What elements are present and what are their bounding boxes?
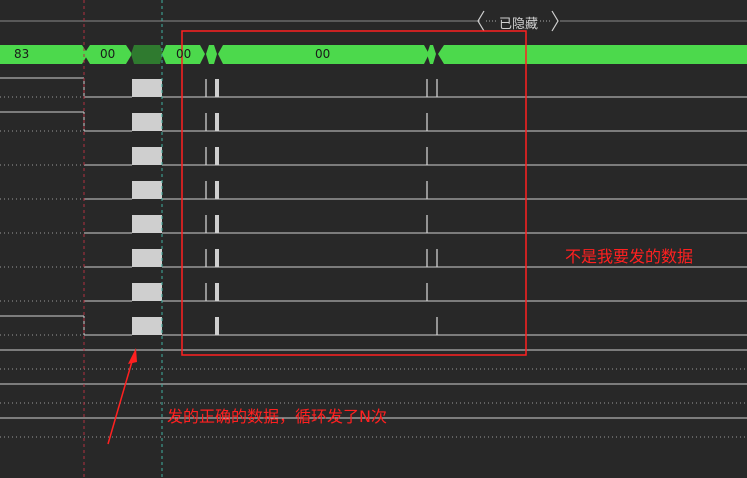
bus-segment[interactable] bbox=[427, 45, 436, 64]
bus-value-label: 83 bbox=[14, 47, 30, 61]
signal-pulse bbox=[132, 79, 162, 97]
bus-segment[interactable] bbox=[438, 45, 747, 64]
signal-pulse bbox=[132, 147, 162, 165]
signal-pulse bbox=[215, 283, 219, 301]
signal-pulse bbox=[215, 215, 219, 233]
signal-pulse bbox=[215, 317, 219, 335]
hidden-label[interactable]: 已隐藏 bbox=[499, 13, 538, 32]
signal-pulse bbox=[132, 113, 162, 131]
signal-pulse bbox=[215, 147, 219, 165]
bus-segment-selected[interactable] bbox=[131, 45, 163, 64]
bus-value-label: 00 bbox=[315, 47, 331, 61]
signal-pulse bbox=[215, 249, 219, 267]
signal-pulse bbox=[215, 181, 219, 199]
signal-pulse bbox=[132, 249, 162, 267]
signal-pulse bbox=[132, 283, 162, 301]
annotation-right: 不是我要发的数据 bbox=[565, 247, 694, 266]
signal-pulse bbox=[132, 317, 162, 335]
signal-pulse bbox=[215, 113, 219, 131]
bus-value-label: 00 bbox=[176, 47, 192, 61]
signal-pulse bbox=[215, 79, 219, 97]
bus-segment[interactable] bbox=[206, 45, 217, 64]
signal-pulse bbox=[132, 181, 162, 199]
bus-value-label: 00 bbox=[100, 47, 116, 61]
hidden-marker[interactable] bbox=[0, 10, 747, 32]
chevron-right-icon bbox=[551, 10, 559, 32]
highlight-box bbox=[181, 30, 527, 356]
signal-pulse bbox=[132, 215, 162, 233]
arrow-icon bbox=[107, 348, 137, 445]
annotation-bottom: 发的正确的数据，循环发了N次 bbox=[167, 407, 387, 426]
